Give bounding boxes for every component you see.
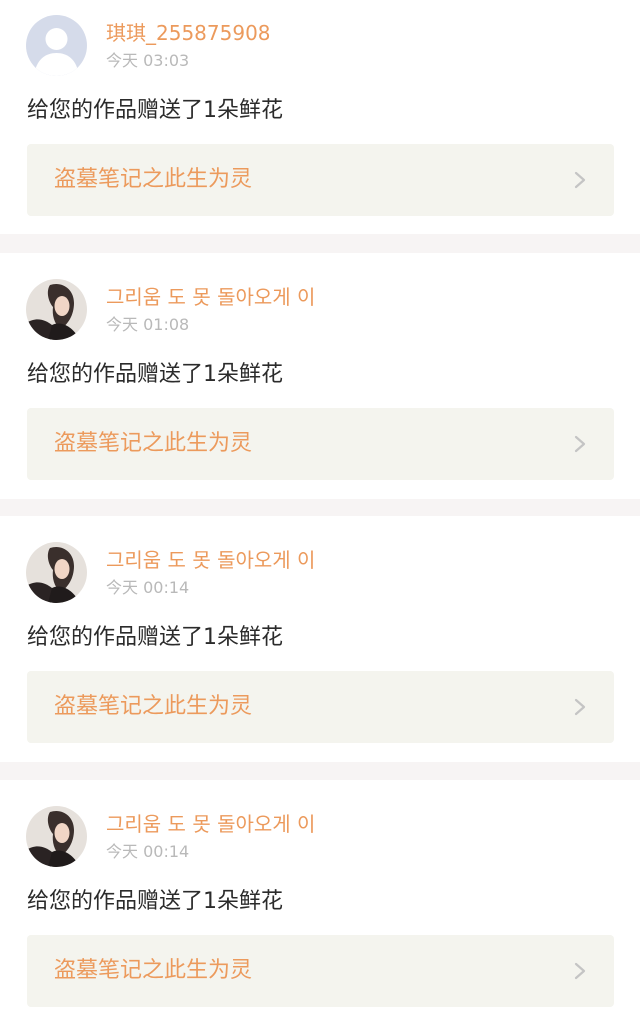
default-user-avatar-icon[interactable] [26, 15, 87, 76]
work-link-card[interactable]: 盗墓笔记之此生为灵 [27, 935, 614, 1007]
username[interactable]: 그리움 도 못 돌아오게 이 [106, 810, 315, 838]
work-title: 盗墓笔记之此生为灵 [54, 167, 253, 192]
work-link-card[interactable]: 盗墓笔记之此生为灵 [27, 408, 614, 480]
gift-message: 给您的作品赠送了1朵鲜花 [27, 889, 283, 914]
timestamp: 今天 00:14 [106, 842, 190, 861]
notification-card: 그리움 도 못 돌아오게 이 今天 00:14 给您的作品赠送了1朵鲜花 盗墓笔… [0, 516, 640, 762]
work-link-card[interactable]: 盗墓笔记之此生为灵 [27, 671, 614, 743]
gift-message: 给您的作品赠送了1朵鲜花 [27, 98, 283, 123]
photo-avatar-icon[interactable] [26, 542, 87, 603]
work-title: 盗墓笔记之此生为灵 [54, 694, 253, 719]
timestamp: 今天 00:14 [106, 578, 190, 597]
work-title: 盗墓笔记之此生为灵 [54, 958, 253, 983]
gift-message: 给您的作品赠送了1朵鲜花 [27, 362, 283, 387]
timestamp: 今天 01:08 [106, 315, 190, 334]
work-link-card[interactable]: 盗墓笔记之此生为灵 [27, 144, 614, 216]
photo-avatar-icon[interactable] [26, 279, 87, 340]
username[interactable]: 琪琪_255875908 [106, 19, 271, 47]
chevron-right-icon [574, 962, 586, 980]
chevron-right-icon [574, 171, 586, 189]
photo-avatar-icon[interactable] [26, 806, 87, 867]
notification-card: 그리움 도 못 돌아오게 이 今天 01:08 给您的作品赠送了1朵鲜花 盗墓笔… [0, 253, 640, 499]
gift-notification-feed: 琪琪_255875908 今天 03:03 给您的作品赠送了1朵鲜花 盗墓笔记之… [0, 0, 640, 1010]
username[interactable]: 그리움 도 못 돌아오게 이 [106, 546, 315, 574]
gift-message: 给您的作品赠送了1朵鲜花 [27, 625, 283, 650]
notification-card: 琪琪_255875908 今天 03:03 给您的作品赠送了1朵鲜花 盗墓笔记之… [0, 0, 640, 234]
notification-card: 그리움 도 못 돌아오게 이 今天 00:14 给您的作品赠送了1朵鲜花 盗墓笔… [0, 780, 640, 1010]
work-title: 盗墓笔记之此生为灵 [54, 431, 253, 456]
chevron-right-icon [574, 698, 586, 716]
username[interactable]: 그리움 도 못 돌아오게 이 [106, 283, 315, 311]
chevron-right-icon [574, 435, 586, 453]
timestamp: 今天 03:03 [106, 51, 190, 70]
